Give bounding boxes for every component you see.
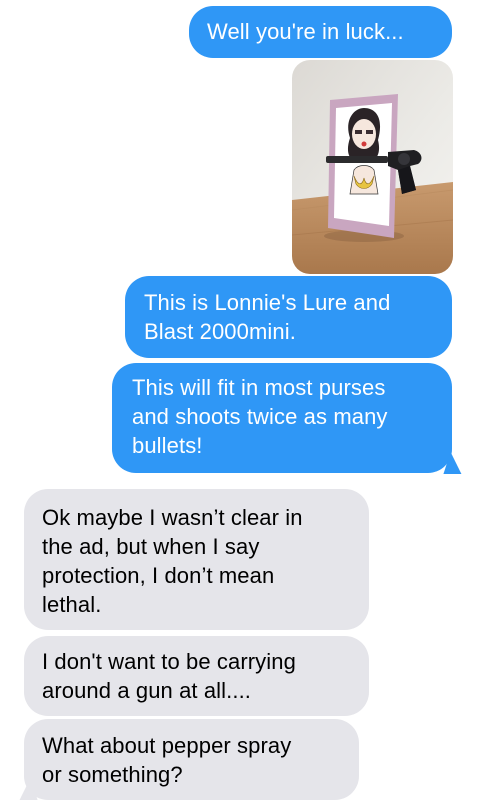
received-message-bubble[interactable]: What about pepper spray or something?	[24, 719, 359, 800]
message-text-line: I don't want to be carrying	[42, 649, 296, 674]
message-text: Well you're in luck...	[207, 19, 404, 44]
received-message-bubble[interactable]: Ok maybe I wasn’t clear in the ad, but w…	[24, 489, 369, 630]
message-thread: Well you're in luck... This is Lonnie's …	[0, 0, 477, 810]
message-text-line: bullets!	[132, 433, 203, 458]
message-text-line: protection, I don’t mean	[42, 563, 275, 588]
message-text-line: Blast 2000mini.	[144, 319, 296, 344]
received-message-bubble[interactable]: I don't want to be carrying around a gun…	[24, 636, 369, 716]
message-text-line: This will fit in most purses	[132, 375, 386, 400]
message-text-line: around a gun at all....	[42, 678, 252, 703]
message-text-line: Ok maybe I wasn’t clear in	[42, 505, 303, 530]
photo-image	[292, 60, 453, 274]
message-text-line: lethal.	[42, 592, 102, 617]
sent-message-bubble[interactable]: This will fit in most purses and shoots …	[112, 363, 452, 473]
sent-image-attachment[interactable]	[292, 60, 453, 274]
message-text-line: the ad, but when I say	[42, 534, 260, 559]
sent-message-bubble[interactable]: Well you're in luck...	[189, 6, 452, 58]
message-text-line: and shoots twice as many	[132, 404, 388, 429]
sent-message-bubble[interactable]: This is Lonnie's Lure and Blast 2000mini…	[125, 276, 452, 358]
message-text-line: or something?	[42, 762, 183, 787]
message-text-line: This is Lonnie's Lure and	[144, 290, 391, 315]
message-text-line: What about pepper spray	[42, 733, 292, 758]
